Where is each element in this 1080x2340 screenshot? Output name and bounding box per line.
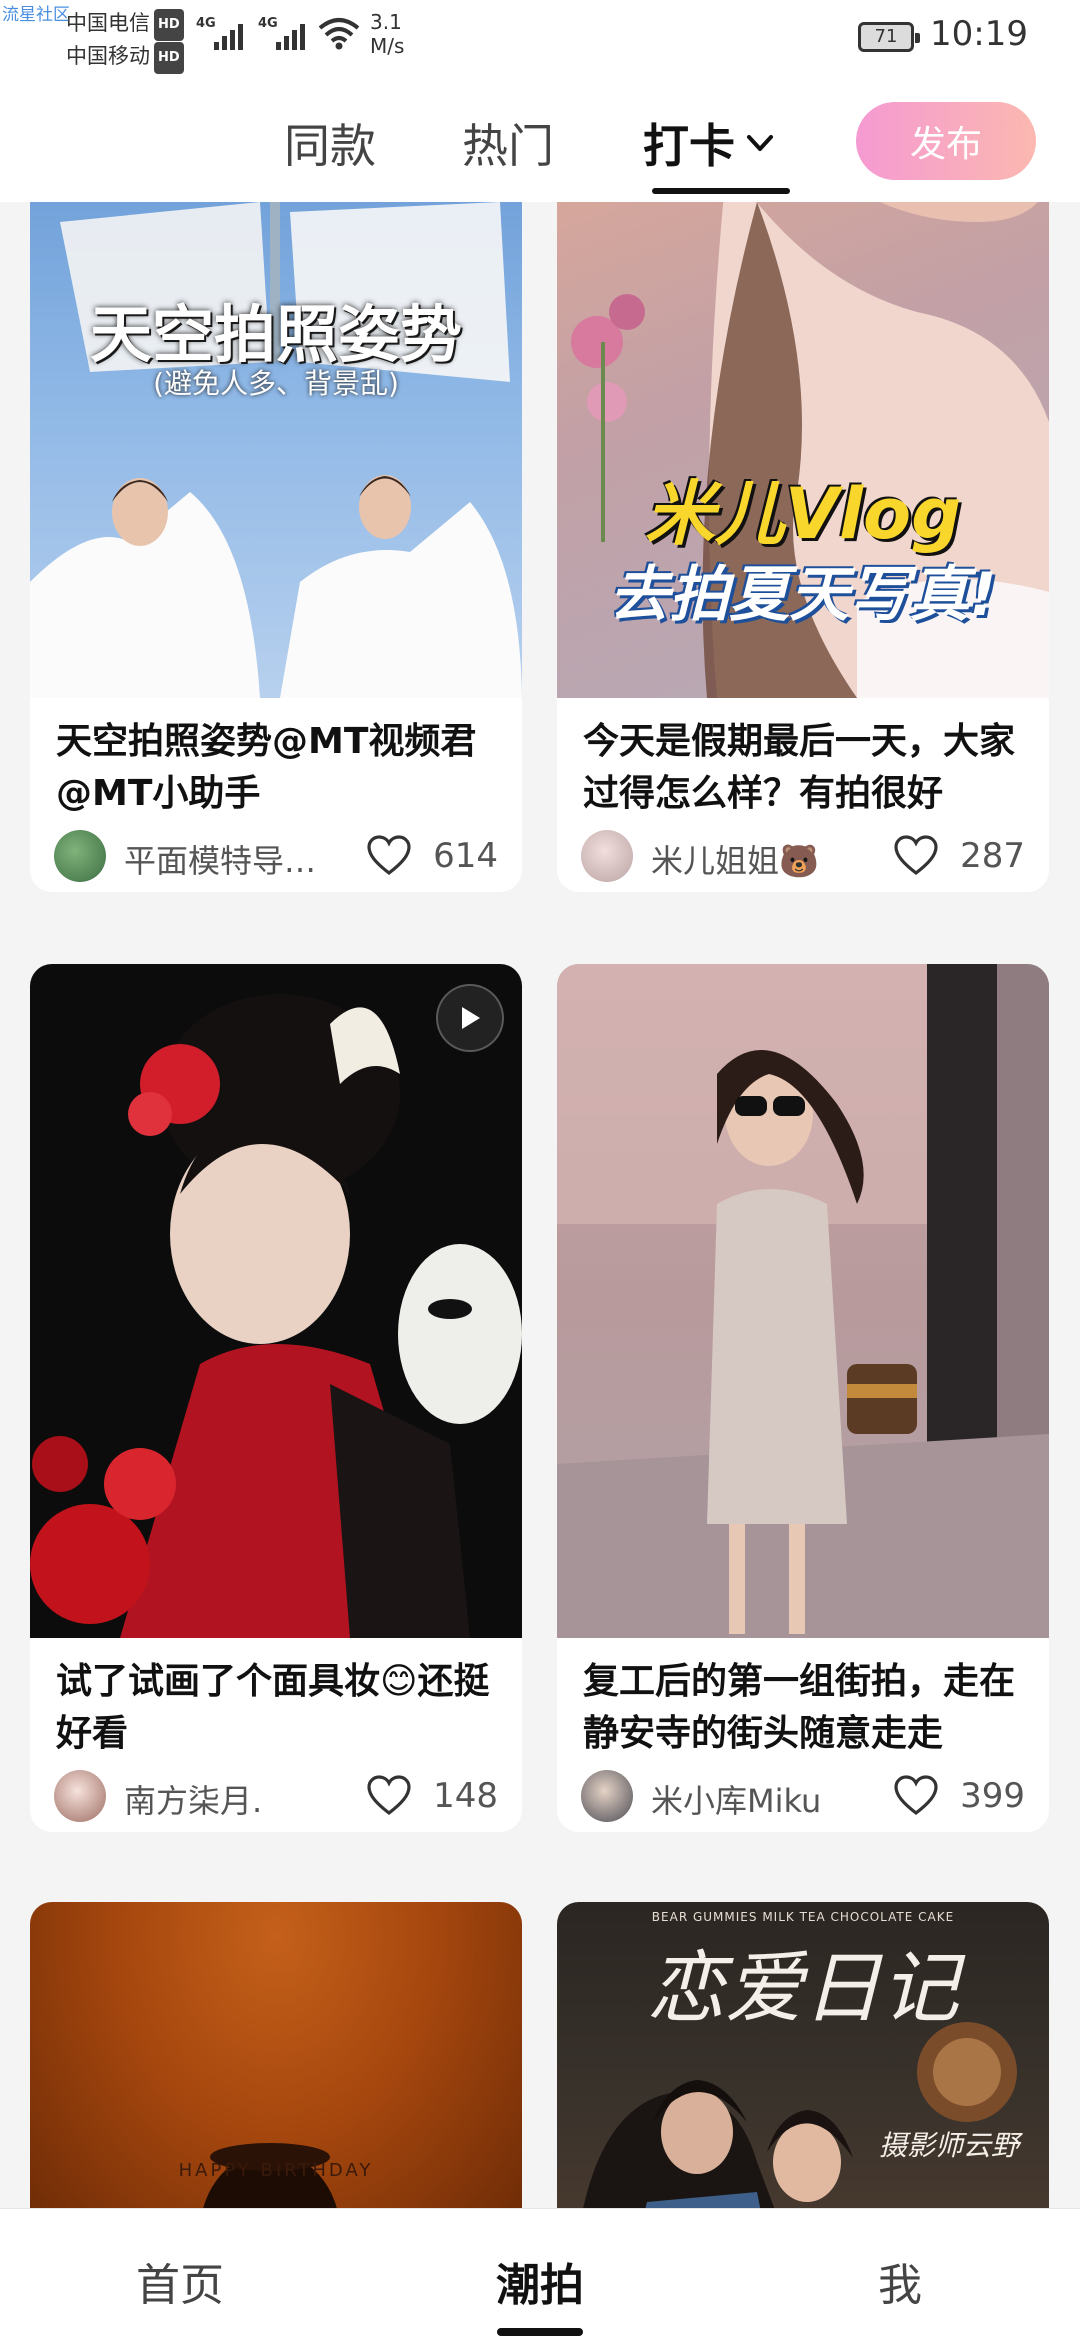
play-video-button[interactable] xyxy=(436,984,504,1052)
card-meta: 米儿姐姐🐻 287 xyxy=(557,820,1049,892)
card-image xyxy=(557,964,1049,1638)
card-image xyxy=(30,964,522,1638)
card-overlay-title: 天空拍照姿势 xyxy=(89,298,462,371)
card-overlay-subtitle: 去拍夏天写真! xyxy=(609,560,997,630)
status-bar: 流星社区 中国电信 HD 中国移动 HD 4G 4G 3.1 M/s 71 10:1… xyxy=(0,0,1080,82)
avatar[interactable] xyxy=(581,1770,633,1822)
card-overlay-title: 恋爱日记 xyxy=(646,1944,959,2034)
heart-icon[interactable] xyxy=(893,1774,939,1816)
watermark-text: 流星社区 xyxy=(2,5,70,25)
feed-grid: 天空拍照姿势 (避免人多、背景乱) 天空拍照姿势@MT视频君 @MT小助手 平面… xyxy=(0,202,1080,2208)
feed-card[interactable]: 天空拍照姿势 (避免人多、背景乱) 天空拍照姿势@MT视频君 @MT小助手 平面… xyxy=(30,202,522,892)
nav-me[interactable]: 我 xyxy=(878,2249,922,2313)
network-speed: 3.1 M/s xyxy=(370,10,404,58)
avatar[interactable] xyxy=(54,830,106,882)
tab-same-style[interactable]: 同款 xyxy=(284,110,376,176)
like-count: 399 xyxy=(960,1776,1025,1816)
network-type-1: 4G xyxy=(196,16,216,31)
speed-value: 3.1 xyxy=(370,10,402,34)
avatar[interactable] xyxy=(581,830,633,882)
bottom-nav: 首页 潮拍 我 xyxy=(0,2208,1080,2340)
carrier-2: 中国移动 xyxy=(66,44,150,68)
heart-icon[interactable] xyxy=(366,1774,412,1816)
top-tab-bar: 同款 热门 打卡 发布 xyxy=(0,82,1080,202)
feed-card[interactable]: 试了试画了个面具妆😊还挺好看 南方柒月. 148 xyxy=(30,964,522,1832)
feed-card[interactable]: BEAR GUMMIES MILK TEA CHOCOLATE CAKE 恋爱日… xyxy=(557,1902,1049,2208)
speed-unit: M/s xyxy=(370,34,405,58)
card-overlay-title: 米儿Vlog xyxy=(644,473,962,555)
carrier-info: 中国电信 HD 中国移动 HD xyxy=(66,8,184,74)
nav-home[interactable]: 首页 xyxy=(136,2249,224,2313)
active-tab-indicator xyxy=(652,188,790,194)
card-overlay-subtitle: (避免人多、背景乱) xyxy=(153,367,399,400)
hd-badge-2: HD xyxy=(154,42,184,74)
hd-badge-1: HD xyxy=(154,9,184,41)
card-overlay-top-text: BEAR GUMMIES MILK TEA CHOCOLATE CAKE xyxy=(651,1910,955,1924)
mask-makeup-illustration xyxy=(30,994,522,1638)
card-image: HAPPY BIRTHDAY xyxy=(30,1902,522,2208)
card-meta: 南方柒月. 148 xyxy=(30,1760,522,1832)
home-indicator xyxy=(497,2328,583,2336)
like-count: 614 xyxy=(433,836,498,876)
author-name[interactable]: 米儿姐姐🐻 xyxy=(651,836,861,882)
card-image: 天空拍照姿势 (避免人多、背景乱) xyxy=(30,202,522,698)
network-type-2: 4G xyxy=(258,16,278,31)
battery-icon: 71 xyxy=(858,22,920,52)
tab-check-in[interactable]: 打卡 xyxy=(643,110,775,176)
publish-button[interactable]: 发布 xyxy=(856,102,1036,180)
chevron-down-icon xyxy=(747,135,773,151)
feed-card[interactable]: 复工后的第一组街拍，走在静安寺的街头随意走走 米小库Miku 399 xyxy=(557,964,1049,1832)
author-name[interactable]: 平面模特导… xyxy=(124,836,334,882)
card-overlay-text: HAPPY BIRTHDAY xyxy=(178,2160,374,2181)
sky-photo-illustration xyxy=(30,202,522,698)
card-title: 今天是假期最后一天，大家过得怎么样？有拍很好 xyxy=(583,721,1016,814)
feed-card[interactable]: HAPPY BIRTHDAY xyxy=(30,1902,522,2208)
tab-popular[interactable]: 热门 xyxy=(462,110,554,176)
card-image: 米儿Vlog 去拍夏天写真! xyxy=(557,202,1049,698)
card-title: 天空拍照姿势@MT视频君 @MT小助手 xyxy=(56,721,477,814)
tab-check-in-label: 打卡 xyxy=(643,119,735,173)
avatar[interactable] xyxy=(54,1770,106,1822)
feed-card[interactable]: 米儿Vlog 去拍夏天写真! 今天是假期最后一天，大家过得怎么样？有拍很好 米儿… xyxy=(557,202,1049,892)
card-meta: 米小库Miku 399 xyxy=(557,1760,1049,1832)
battery-level: 71 xyxy=(874,26,898,47)
like-count: 287 xyxy=(960,836,1025,876)
author-name[interactable]: 南方柒月. xyxy=(124,1776,334,1822)
card-title: 试了试画了个面具妆😊还挺好看 xyxy=(56,1661,490,1754)
clock: 10:19 xyxy=(930,14,1028,54)
author-name[interactable]: 米小库Miku xyxy=(651,1776,861,1822)
wifi-icon xyxy=(318,18,360,50)
like-count: 148 xyxy=(433,1776,498,1816)
carrier-1: 中国电信 xyxy=(66,11,150,35)
heart-icon[interactable] xyxy=(893,834,939,876)
nav-trend-shoot[interactable]: 潮拍 xyxy=(496,2249,584,2313)
card-title: 复工后的第一组街拍，走在静安寺的街头随意走走 xyxy=(583,1661,1016,1754)
card-meta: 平面模特导… 614 xyxy=(30,820,522,892)
play-icon xyxy=(462,1007,480,1029)
heart-icon[interactable] xyxy=(366,834,412,876)
card-image: BEAR GUMMIES MILK TEA CHOCOLATE CAKE 恋爱日… xyxy=(557,1902,1049,2208)
card-overlay-subtitle: 摄影师云野 xyxy=(878,2129,1019,2162)
street-photo-illustration xyxy=(557,964,1049,1638)
